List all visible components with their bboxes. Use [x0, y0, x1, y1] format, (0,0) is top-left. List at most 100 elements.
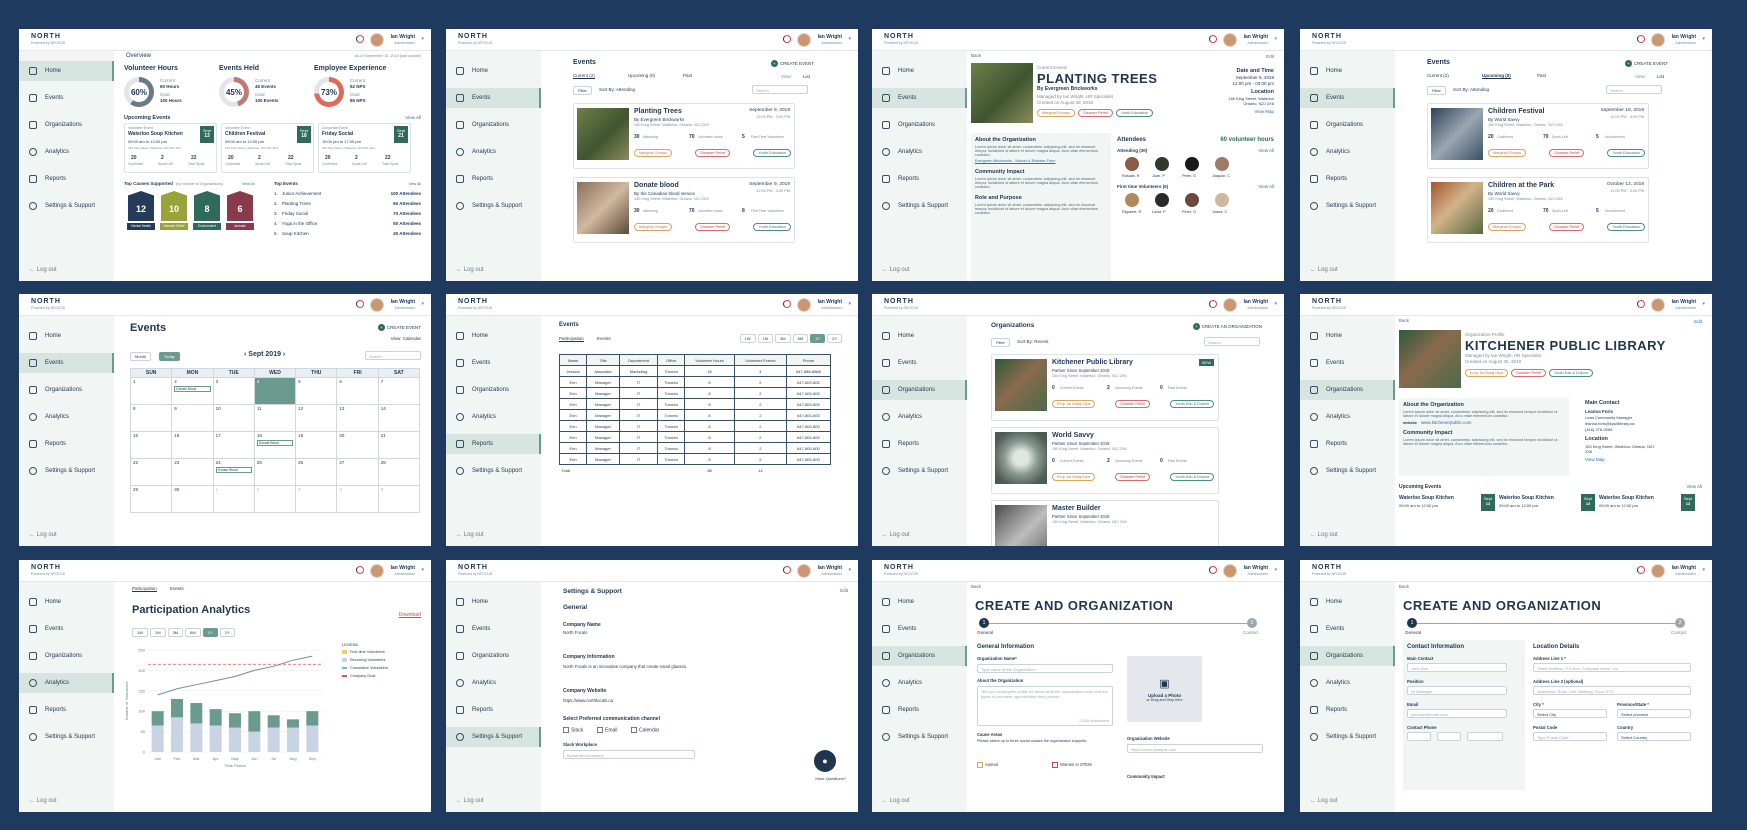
cause-option[interactable]: Animal — [977, 762, 998, 768]
chevron-down-icon[interactable]: ▾ — [1702, 301, 1705, 307]
sidebar-item-settings[interactable]: Settings & Support — [19, 461, 114, 481]
chevron-right-icon[interactable]: › — [281, 351, 285, 358]
sidebar-item-reports[interactable]: Reports — [872, 434, 967, 454]
cause-tag[interactable]: Youth Edu & Dvlpmt — [1170, 400, 1214, 408]
cause-tag[interactable]: Youth Education — [1115, 109, 1154, 117]
calendar-day[interactable]: 22 — [131, 459, 173, 486]
sidebar-item-home[interactable]: Home — [446, 592, 541, 612]
sidebar-item-analytics[interactable]: Analytics — [1300, 407, 1395, 427]
view-map-link[interactable]: View Map — [1585, 457, 1605, 462]
report-tab[interactable]: Participation — [559, 336, 584, 342]
chevron-down-icon[interactable]: ▾ — [1274, 567, 1277, 573]
sidebar-item-organizations[interactable]: Organizations — [1300, 115, 1395, 135]
upcoming-event-item[interactable]: Waterloo Soup Kitchen 09:00 am to 12:00 p… — [1499, 494, 1595, 514]
sidebar-item-settings[interactable]: Settings & Support — [446, 196, 541, 216]
sidebar-item-settings[interactable]: Settings & Support — [1300, 461, 1395, 481]
field-input[interactable]: johndoe@email.com — [1407, 709, 1507, 718]
chevron-down-icon[interactable]: ▾ — [421, 36, 424, 42]
range-option[interactable]: 1Y — [202, 628, 218, 637]
chevron-down-icon[interactable]: ▾ — [848, 301, 851, 307]
create-event-button[interactable]: + CREATE EVENT — [377, 324, 421, 331]
country-select[interactable]: Select Country — [1617, 732, 1691, 741]
website-link[interactable]: www.kitchenerpublic.com — [1421, 420, 1472, 425]
logout-link[interactable]: ← Log out — [456, 798, 484, 804]
tab-1[interactable]: Upcoming (0) — [628, 73, 655, 78]
sidebar-item-events[interactable]: Events — [19, 353, 114, 373]
calendar-event-chip[interactable]: Donate Blood — [174, 386, 211, 392]
brand-logo[interactable]: NORTH — [458, 298, 488, 305]
calendar-day[interactable]: 1 — [131, 378, 173, 405]
calendar-day[interactable]: 3 — [296, 486, 338, 513]
back-link[interactable]: Back — [1399, 584, 1409, 589]
sidebar-item-home[interactable]: Home — [19, 61, 114, 81]
month-select[interactable]: Month — [130, 352, 152, 361]
sidebar-item-reports[interactable]: Reports — [19, 700, 114, 720]
calendar-day[interactable]: 30 — [172, 486, 214, 513]
sidebar-item-organizations[interactable]: Organizations — [19, 646, 114, 666]
sidebar-item-events[interactable]: Events — [19, 619, 114, 639]
view-select[interactable]: List — [803, 74, 810, 79]
brand-logo[interactable]: NORTH — [1312, 298, 1342, 305]
user-name[interactable]: Ian Wright — [1244, 34, 1268, 40]
calendar-day[interactable]: 2 — [254, 486, 297, 513]
brand-logo[interactable]: NORTH — [31, 298, 61, 305]
calendar-day[interactable]: 26 — [296, 459, 338, 486]
cause-tag[interactable]: Disaster Relief — [1511, 369, 1547, 377]
sidebar-item-analytics[interactable]: Analytics — [446, 142, 541, 162]
range-option[interactable]: 3M — [167, 628, 184, 637]
calendar-day[interactable]: 3 — [213, 378, 255, 405]
tab-2[interactable]: Past — [1537, 73, 1546, 78]
sidebar-item-events[interactable]: Events — [1300, 353, 1395, 373]
sidebar-item-organizations[interactable]: Organizations — [446, 380, 541, 400]
organization-card[interactable]: Kitchener Public Library Partner Since Se… — [991, 354, 1219, 421]
province-select[interactable]: Select province — [1617, 709, 1691, 718]
sidebar-item-events[interactable]: Events — [872, 353, 967, 373]
notification-icon[interactable] — [1637, 566, 1645, 574]
search-input[interactable]: Search — [1606, 85, 1662, 94]
tab-2[interactable]: Past — [683, 73, 692, 78]
organization-card[interactable]: World Savvy Partner Since September 2019 1… — [991, 427, 1219, 494]
avatar[interactable] — [797, 33, 811, 47]
waiver-link[interactable]: Evergreen Brickworks - Waiver & Release … — [975, 159, 1107, 163]
field-input[interactable]: John Doe — [1407, 663, 1507, 672]
upcoming-event-item[interactable]: Waterloo Soup Kitchen 09:00 am to 12:00 p… — [1599, 494, 1695, 514]
logout-link[interactable]: ← Log out — [29, 267, 57, 273]
calendar-day[interactable]: 5 — [378, 486, 420, 513]
calendar-day[interactable]: 19 — [296, 432, 338, 459]
cause-tag[interactable]: Disaster Relief — [1078, 109, 1113, 117]
calendar-day[interactable]: 9 — [172, 405, 214, 432]
avatar[interactable] — [1223, 33, 1237, 47]
sidebar-item-reports[interactable]: Reports — [446, 169, 541, 189]
upcoming-event-card[interactable]: Volunteer Event Waterloo Soup Kitchen 09:0… — [124, 123, 217, 173]
notification-icon[interactable] — [1637, 300, 1645, 308]
view-all-link[interactable]: View All — [1258, 148, 1274, 153]
sidebar-item-organizations[interactable]: Organizations — [446, 646, 541, 666]
calendar-day[interactable]: 24 Donate Blood — [213, 459, 255, 486]
sidebar-item-organizations[interactable]: Organizations — [872, 380, 967, 400]
sort-select[interactable]: Sort By: Attending — [1453, 87, 1489, 92]
view-all-link[interactable]: View All — [405, 115, 421, 120]
phone-segment-input[interactable] — [1407, 732, 1431, 741]
sidebar-item-analytics[interactable]: Analytics — [446, 673, 541, 693]
sidebar-item-settings[interactable]: Settings & Support — [872, 461, 967, 481]
checkbox[interactable] — [977, 762, 983, 768]
calendar-day[interactable]: 1 — [213, 486, 255, 513]
attendee-avatar[interactable] — [1215, 157, 1229, 171]
sidebar-item-analytics[interactable]: Analytics — [1300, 673, 1395, 693]
avatar[interactable] — [370, 298, 384, 312]
user-name[interactable]: Ian Wright — [1672, 565, 1696, 571]
brand-logo[interactable]: NORTH — [1312, 33, 1342, 40]
calendar-day[interactable]: 14 — [378, 405, 420, 432]
calendar-day[interactable]: 25 — [254, 459, 297, 486]
calendar-day[interactable]: 5 — [296, 378, 338, 405]
user-name[interactable]: Ian Wright — [391, 34, 415, 40]
calendar-day[interactable]: 29 — [131, 486, 173, 513]
calendar-day[interactable]: 13 — [337, 405, 379, 432]
field-input[interactable]: Hr Manager — [1407, 686, 1507, 695]
brand-logo[interactable]: NORTH — [884, 298, 914, 305]
brand-logo[interactable]: NORTH — [884, 564, 914, 571]
sidebar-item-settings[interactable]: Settings & Support — [1300, 196, 1395, 216]
upcoming-event-item[interactable]: Waterloo Soup Kitchen 09:00 am to 12:00 p… — [1399, 494, 1495, 514]
step-2-indicator[interactable]: 2 — [1247, 618, 1257, 628]
sidebar-item-organizations[interactable]: Organizations — [446, 115, 541, 135]
